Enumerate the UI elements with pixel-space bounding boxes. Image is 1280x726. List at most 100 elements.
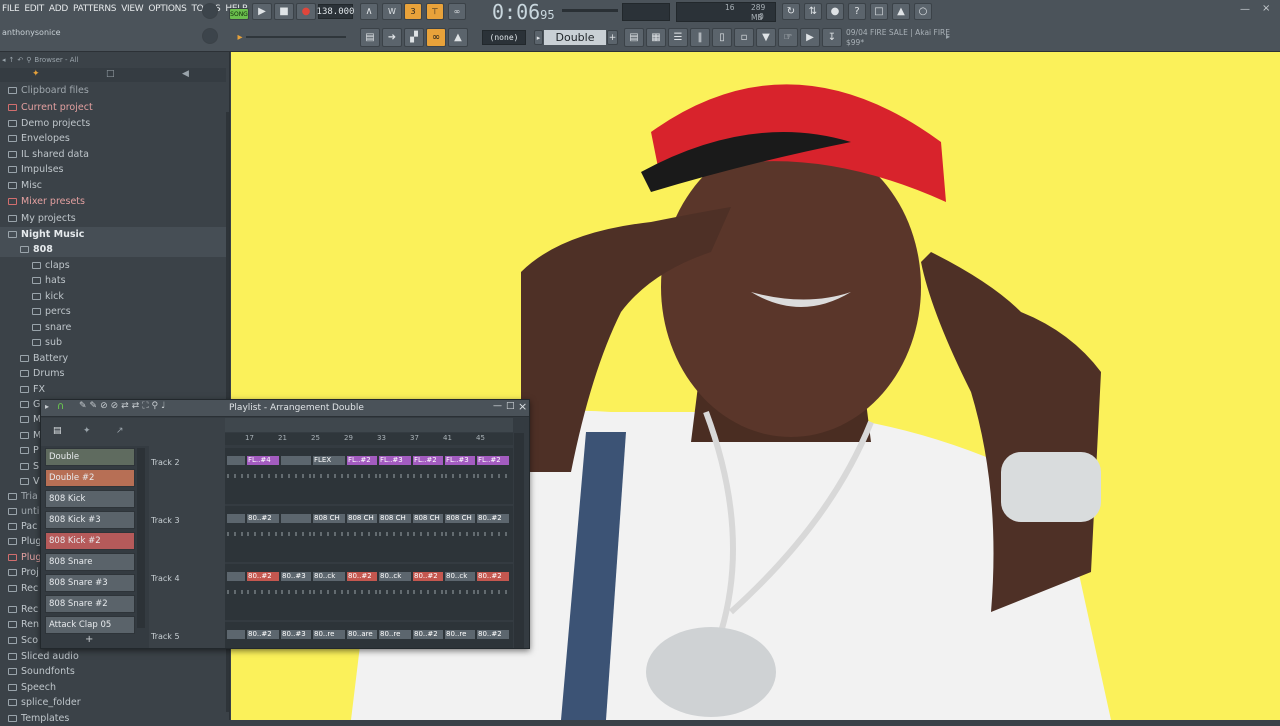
clip[interactable]: 80..ck xyxy=(445,572,475,581)
clip[interactable]: 80..re xyxy=(313,630,345,639)
clip[interactable]: 80..#2 xyxy=(477,630,509,639)
save-icon[interactable]: □ xyxy=(870,3,888,20)
browser-icon[interactable]: ▫ xyxy=(734,28,754,47)
clip[interactable]: 80..#3 xyxy=(281,572,311,581)
pattern-item[interactable]: 808 Kick xyxy=(45,490,135,508)
browser-item[interactable]: Night Music xyxy=(0,227,226,242)
playlist-titlebar[interactable]: ▸ ∩ ✎✎⊘⊘⇄⇄⛶⚲♩ Playlist - Arrangement › D… xyxy=(41,400,529,417)
clip[interactable]: 808 CH xyxy=(347,514,377,523)
song-mode-toggle[interactable]: SONG xyxy=(229,8,249,20)
clip[interactable]: FL..#3 xyxy=(445,456,475,465)
master-pitch-knob[interactable] xyxy=(202,28,218,44)
clip[interactable]: FL..#2 xyxy=(477,456,509,465)
browser-item[interactable]: FX xyxy=(0,382,226,397)
clip[interactable] xyxy=(227,630,245,639)
news-line-1[interactable]: 09/04 FIRE SALE | Akai FIRE xyxy=(846,28,956,38)
pattern-select[interactable]: Double xyxy=(544,30,606,45)
master-slider-track[interactable] xyxy=(562,9,618,12)
browser-item[interactable]: Sliced audio xyxy=(0,649,226,664)
overview-bar[interactable] xyxy=(225,418,513,432)
mic-icon[interactable]: ● xyxy=(826,3,844,20)
clip[interactable]: 808 CH xyxy=(445,514,475,523)
clip[interactable]: FL..#2 xyxy=(347,456,377,465)
playlist-icon[interactable]: ▤ xyxy=(624,28,644,47)
clip[interactable]: FL..#2 xyxy=(413,456,443,465)
clip[interactable] xyxy=(227,456,245,465)
browser-item[interactable]: kick xyxy=(0,289,226,304)
pattern-item[interactable]: 808 Snare #3 xyxy=(45,574,135,592)
track-label[interactable]: Track 3 xyxy=(151,516,225,525)
step-edit-icon[interactable]: ⊤ xyxy=(426,3,444,20)
pattern-item[interactable]: 808 Snare xyxy=(45,553,135,571)
chat-icon[interactable]: ○ xyxy=(914,3,932,20)
browser-item[interactable]: Current project xyxy=(0,100,226,115)
download-icon[interactable]: ↧ xyxy=(822,28,842,47)
up-icon[interactable]: ↑ xyxy=(9,56,15,64)
add-pattern-icon[interactable]: + xyxy=(607,30,618,45)
browser-item[interactable]: hats xyxy=(0,273,226,288)
tab-all-icon[interactable]: ✦ xyxy=(32,69,40,79)
tool-icons[interactable]: ✎✎⊘⊘⇄⇄⛶⚲♩ xyxy=(79,401,168,411)
clip[interactable]: 80..#2 xyxy=(247,572,279,581)
play-button[interactable]: ▶ xyxy=(252,3,272,20)
clip[interactable]: 80..#2 xyxy=(247,630,279,639)
browser-item[interactable]: Soundfonts xyxy=(0,664,226,679)
browser-item[interactable]: claps xyxy=(0,258,226,273)
clip[interactable] xyxy=(281,514,311,523)
tab-plugins-icon[interactable]: ◀ xyxy=(182,69,189,79)
stop-button[interactable]: ■ xyxy=(274,3,294,20)
clip[interactable]: 80..#2 xyxy=(477,514,509,523)
clip[interactable]: 80..#2 xyxy=(413,572,443,581)
clip[interactable]: 80..re xyxy=(445,630,475,639)
clip[interactable]: 80..re xyxy=(379,630,411,639)
maximize-icon[interactable]: □ xyxy=(506,401,515,411)
automation-icon[interactable]: ↗ xyxy=(116,426,124,436)
wait-input-icon[interactable]: W xyxy=(382,3,402,20)
pattern-item[interactable]: 808 Kick #3 xyxy=(45,511,135,529)
minimize-icon[interactable]: — xyxy=(493,401,502,411)
plugin-icon[interactable]: ▲ xyxy=(892,3,910,20)
browser-item[interactable]: percs xyxy=(0,304,226,319)
faders-icon[interactable]: ‖ xyxy=(690,28,710,47)
browser-item[interactable]: Speech xyxy=(0,680,226,695)
clip[interactable] xyxy=(281,456,311,465)
window-min-icon[interactable]: — xyxy=(1240,4,1250,15)
browser-item[interactable]: Impulses xyxy=(0,162,226,177)
clip[interactable]: 80..are xyxy=(347,630,377,639)
browser-item[interactable]: splice_folder xyxy=(0,695,226,710)
stamp-icon[interactable]: ▲ xyxy=(448,28,468,47)
menu-file[interactable]: FILE xyxy=(2,4,20,14)
snap-icon[interactable]: ▸ xyxy=(233,31,247,43)
close-icon[interactable]: × xyxy=(518,400,527,413)
browser-item[interactable]: 808 xyxy=(0,242,226,257)
link-icon[interactable]: ∞ xyxy=(426,28,446,47)
record-button[interactable]: ● xyxy=(296,3,316,20)
metronome-icon[interactable]: ∧ xyxy=(360,3,378,20)
pattern-pitch-track[interactable] xyxy=(246,36,346,38)
pattern-item[interactable]: Attack Clap 05 xyxy=(45,616,135,634)
clip[interactable]: 808 CH xyxy=(413,514,443,523)
browser-item[interactable]: Misc xyxy=(0,178,226,193)
arrow-icon[interactable]: ➜ xyxy=(382,28,402,47)
magnet-icon[interactable]: ∩ xyxy=(57,401,64,412)
clip[interactable]: FLEX xyxy=(313,456,345,465)
back-icon[interactable]: ↶ xyxy=(17,56,23,64)
news-line-2[interactable]: $99* xyxy=(846,38,956,48)
tempo-tap-icon[interactable]: ▶ xyxy=(800,28,820,47)
menu-patterns[interactable]: PATTERNS xyxy=(73,4,116,14)
clip[interactable]: 80..#2 xyxy=(413,630,443,639)
pattern-item[interactable]: 808 Snare #2 xyxy=(45,595,135,613)
clip[interactable]: 808 CH xyxy=(379,514,411,523)
clip[interactable]: 80..ck xyxy=(313,572,345,581)
news-panel[interactable]: 09/04 FIRE SALE | Akai FIRE $99* xyxy=(846,28,956,48)
pattern-prev-icon[interactable]: ▸ xyxy=(534,30,543,45)
panic-icon[interactable]: ↻ xyxy=(782,3,800,20)
type-icon[interactable]: ▞ xyxy=(404,28,424,47)
browser-item[interactable]: Demo projects xyxy=(0,116,226,131)
menu-options[interactable]: OPTIONS xyxy=(148,4,186,14)
clip[interactable]: 80..#3 xyxy=(281,630,311,639)
piano-roll-icon[interactable]: ▤ xyxy=(360,28,380,47)
browser-item[interactable]: sub xyxy=(0,335,226,350)
help-icon[interactable]: ? xyxy=(848,3,866,20)
tab-files-icon[interactable]: □ xyxy=(106,69,115,79)
